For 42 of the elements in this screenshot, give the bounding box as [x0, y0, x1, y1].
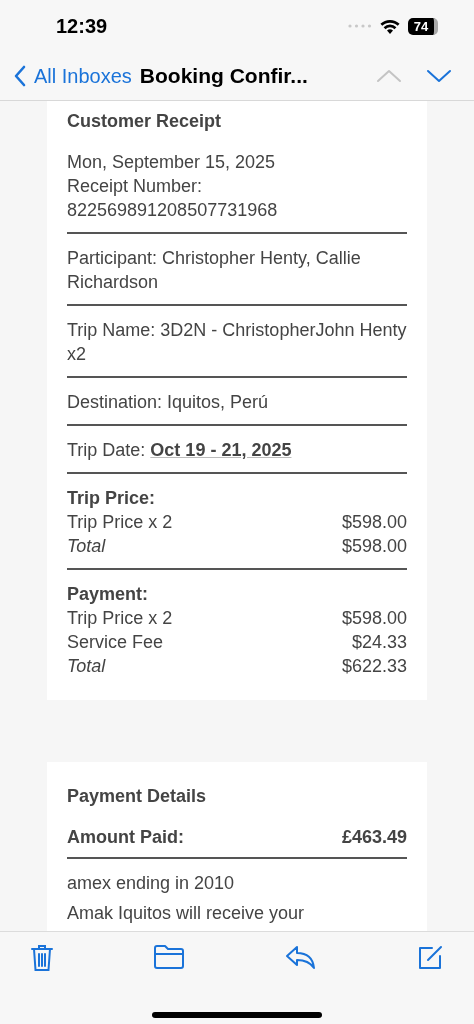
price-amount: $598.00 — [341, 511, 407, 534]
amount-label: Amount Paid: — [67, 826, 184, 849]
payment-note: Amak Iquitos will receive your — [67, 902, 306, 925]
price-amount: $598.00 — [341, 607, 407, 630]
wifi-icon — [380, 18, 400, 34]
price-amount: $24.33 — [351, 631, 407, 654]
receipt-text: Trip Date: Oct 19 - 21, 2025 — [67, 439, 293, 462]
receipt-text: Destination: Iquitos, Perú — [67, 391, 270, 414]
price-label: Total — [67, 535, 106, 558]
receipt-text: Receipt Number: — [67, 175, 204, 198]
signal-icon — [348, 24, 372, 28]
section-title: Customer Receipt — [67, 110, 223, 133]
receipt-text: Trip Name: 3D2N - ChristopherJohn Henty x2 — [67, 319, 407, 366]
price-heading: Trip Price: — [67, 487, 157, 510]
amount-value: £463.49 — [341, 826, 407, 849]
chevron-down-icon — [426, 69, 452, 83]
back-button[interactable]: All Inboxes — [14, 64, 132, 88]
price-heading: Payment: — [67, 583, 150, 606]
price-label: Service Fee — [67, 631, 164, 654]
price-amount: $622.33 — [341, 655, 407, 678]
price-label: Trip Price x 2 — [67, 607, 173, 630]
move-to-folder-button[interactable] — [153, 944, 186, 972]
compose-button[interactable] — [416, 944, 444, 972]
receipt-text: Mon, September 15, 2025 — [67, 151, 277, 174]
folder-icon — [153, 944, 186, 970]
reply-icon — [284, 944, 317, 970]
battery-icon: 74 — [408, 17, 438, 35]
section-title: Payment Details — [67, 785, 208, 808]
delete-button[interactable] — [30, 944, 54, 972]
reply-button[interactable] — [284, 944, 317, 972]
price-label: Trip Price x 2 — [67, 511, 173, 534]
price-label: Total — [67, 655, 106, 678]
clock-time: 12:39 — [56, 14, 108, 38]
payment-method: amex ending in 2010 — [67, 872, 236, 895]
receipt-text: Participant: Christopher Henty, Callie Richardson — [67, 247, 362, 294]
receipt-text: 822569891208507731968 — [67, 199, 279, 222]
compose-icon — [416, 944, 444, 972]
trash-icon — [30, 944, 54, 972]
chevron-left-icon — [14, 65, 26, 87]
chevron-up-icon — [376, 69, 402, 83]
email-subject: Booking Confir... — [139, 64, 309, 88]
price-amount: $598.00 — [341, 535, 407, 558]
